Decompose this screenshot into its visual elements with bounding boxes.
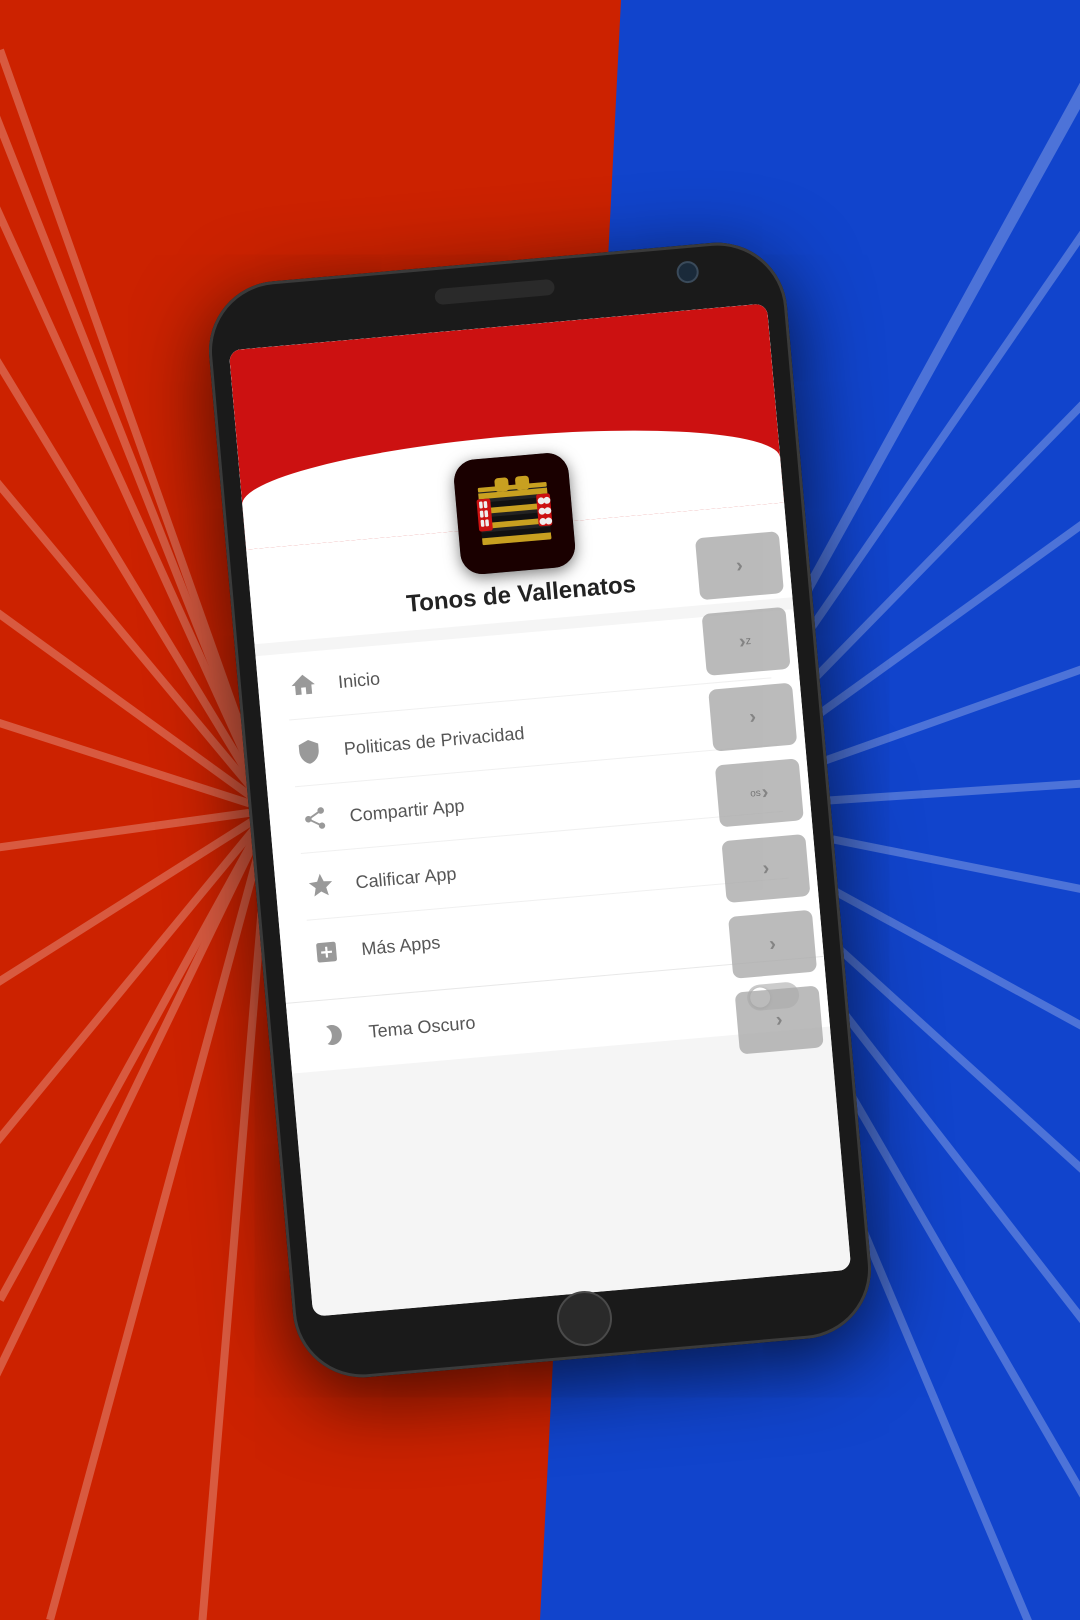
phone-frame: Tonos de Vallenatos Inicio	[203, 237, 877, 1383]
phone-camera	[676, 260, 700, 284]
home-icon	[285, 667, 322, 704]
menu-label-mas-apps: Más Apps	[361, 932, 442, 960]
moon-icon	[315, 1016, 352, 1053]
menu-label-inicio: Inicio	[337, 668, 381, 693]
menu-label-calificar: Calificar App	[355, 863, 458, 893]
phone-screen: Tonos de Vallenatos Inicio	[229, 303, 851, 1316]
right-panel-item[interactable]: os ›	[715, 758, 804, 827]
right-panel-item[interactable]: ›	[721, 834, 810, 903]
right-panel-item[interactable]: › z	[702, 607, 791, 676]
right-panel-item[interactable]: ›	[708, 683, 797, 752]
right-panel-item[interactable]: ›	[728, 910, 817, 979]
app-icon	[452, 451, 577, 576]
toggle-label-tema-oscuro: Tema Oscuro	[368, 988, 748, 1042]
phone-speaker	[434, 279, 555, 305]
right-panel-item[interactable]: ›	[735, 985, 824, 1054]
share-icon	[296, 800, 333, 837]
plus-square-icon	[308, 934, 345, 971]
home-button[interactable]	[555, 1289, 615, 1349]
menu-label-compartir: Compartir App	[349, 795, 465, 826]
shield-icon	[291, 733, 328, 770]
menu-label-privacidad: Politicas de Privacidad	[343, 723, 525, 760]
star-icon	[302, 867, 339, 904]
right-panel-item[interactable]: ›	[695, 531, 784, 600]
